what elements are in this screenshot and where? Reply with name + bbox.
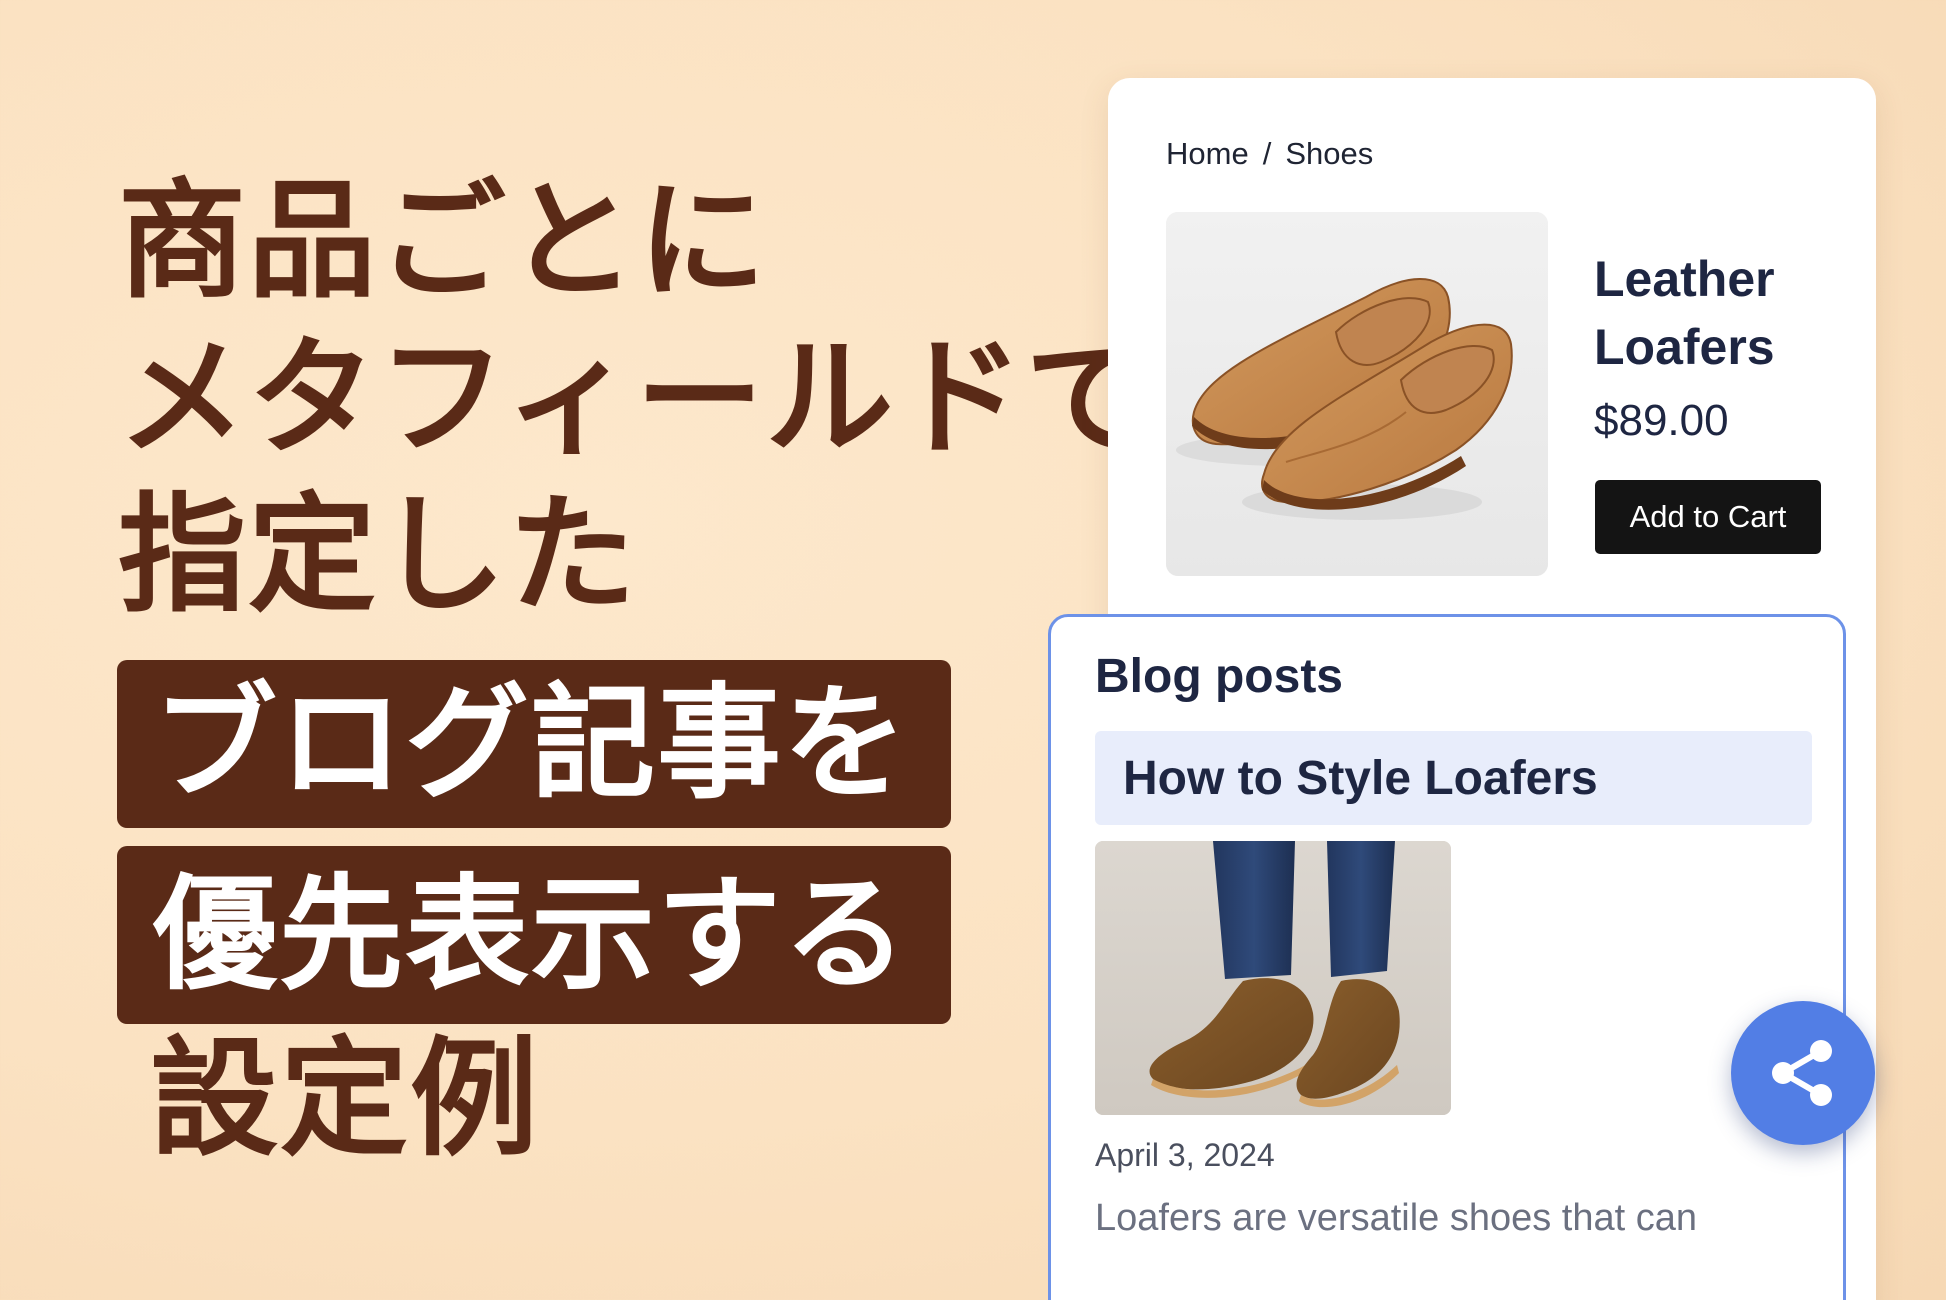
breadcrumb-separator: / [1262,136,1272,171]
headline-line-2: メタフィールドで [118,324,1156,473]
product-title-line-1: Leather [1594,251,1775,307]
suede-loafers-photo [1095,841,1451,1115]
headline-highlight-1: ブログ記事を [117,660,951,828]
blog-post-title-link[interactable]: How to Style Loafers [1095,731,1812,825]
product-price: $89.00 [1594,396,1729,445]
headline-line-5: 優先表示する [153,863,910,1007]
leather-loafers-photo [1166,212,1548,576]
headline-line-3: 指定した [118,481,639,630]
headline-line-1: 商品ごとに [118,167,769,316]
blog-post-image[interactable] [1095,841,1451,1115]
product-title: Leather Loafers [1594,246,1775,381]
headline-line-4: ブログ記事を [153,672,910,816]
breadcrumb: Home / Shoes [1166,136,1373,172]
blog-posts-card: Blog posts How to Style Loafers April 3,… [1048,614,1846,1300]
product-image[interactable] [1166,212,1548,576]
share-button[interactable] [1731,1001,1875,1145]
blog-posts-heading: Blog posts [1095,650,1343,703]
headline-highlight-2: 優先表示する [117,846,951,1024]
breadcrumb-home-link[interactable]: Home [1166,136,1249,172]
blog-post-date: April 3, 2024 [1095,1137,1275,1173]
breadcrumb-current[interactable]: Shoes [1285,136,1373,172]
add-to-cart-button[interactable]: Add to Cart [1595,480,1821,554]
headline-line-6: 設定例 [150,1025,541,1174]
product-title-line-2: Loafers [1594,318,1775,375]
share-icon [1772,1040,1832,1106]
headline: 商品ごとに メタフィールドで 指定した ブログ記事を 優先表示する 設定例 [0,0,1153,1300]
blog-post-excerpt: Loafers are versatile shoes that can [1095,1197,1698,1239]
